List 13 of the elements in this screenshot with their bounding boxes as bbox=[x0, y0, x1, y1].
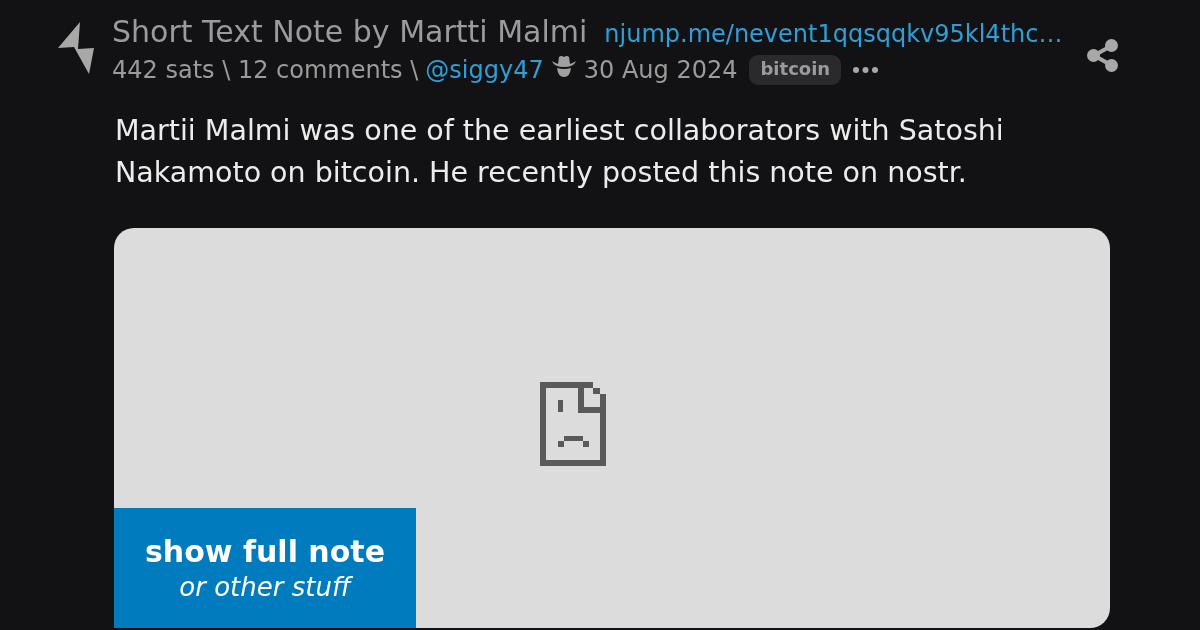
post-date: 30 Aug 2024 bbox=[583, 55, 738, 86]
broken-page-icon bbox=[540, 382, 606, 466]
show-full-note-button[interactable]: show full note or other stuff bbox=[114, 508, 416, 628]
author-link[interactable]: @siggy47 bbox=[425, 52, 544, 88]
post-title[interactable]: Short Text Note by Martti Malmi bbox=[112, 12, 588, 52]
share-icon[interactable] bbox=[1087, 39, 1118, 72]
post-stats: 442 sats \ 12 comments \ bbox=[112, 55, 419, 86]
tag-badge[interactable]: bitcoin bbox=[749, 55, 842, 85]
note-link[interactable]: njump.me/nevent1qqsqqkv95kl4thc… bbox=[604, 16, 1063, 52]
post-body-text: Martii Malmi was one of the earliest collaborators with Satoshi Nakamoto on bitcoin. He recently posted this note on nostr. bbox=[115, 113, 1005, 191]
cowboy-hat-icon bbox=[551, 55, 576, 77]
lightning-bolt-icon bbox=[58, 22, 94, 74]
more-icon[interactable] bbox=[853, 67, 879, 73]
